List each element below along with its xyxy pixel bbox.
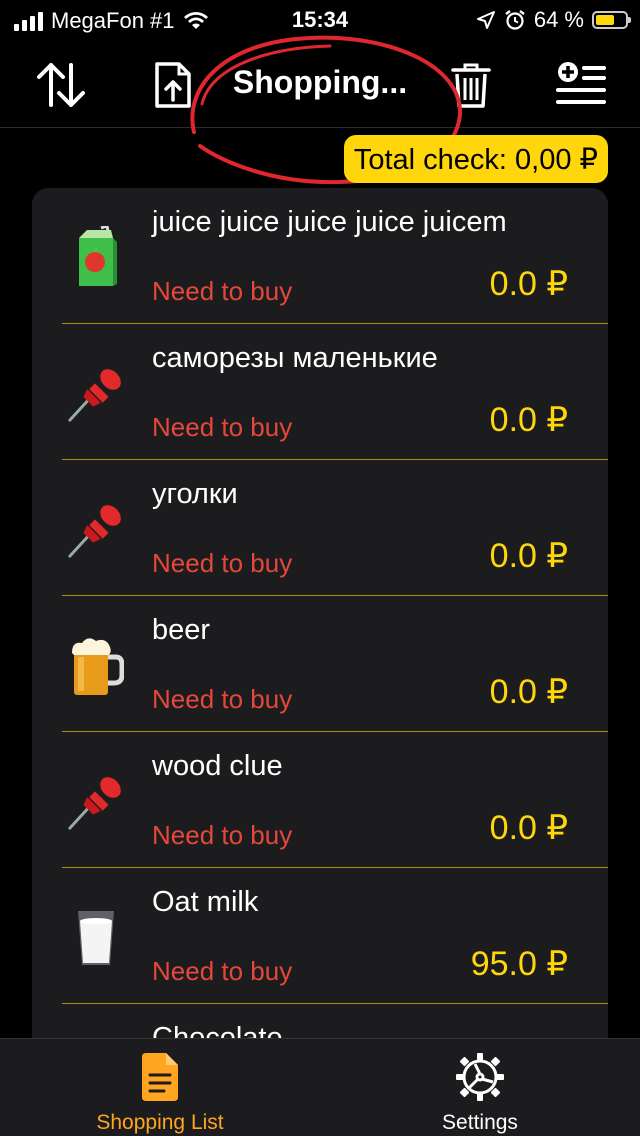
status-bar: MegaFon #1 15:34 64 % (0, 0, 640, 40)
gear-icon (320, 1051, 640, 1103)
delete-button[interactable] (444, 58, 498, 112)
tab-label: Settings (442, 1111, 518, 1134)
item-price: 95.0 ₽ (470, 945, 568, 983)
alarm-icon (505, 10, 525, 30)
pushpin-icon (66, 770, 126, 834)
battery-icon (592, 11, 631, 29)
item-name: juice juice juice juice juicem (152, 206, 507, 238)
item-name: beer (152, 614, 211, 646)
list-item[interactable]: саморезы маленькие Need to buy 0.0 ₽ (32, 324, 608, 460)
item-name: уголки (152, 478, 238, 510)
document-icon (0, 1051, 320, 1103)
item-status: Need to buy (152, 820, 293, 850)
milk-glass-icon (66, 906, 126, 970)
navigation-bar: Shopping... (0, 40, 640, 128)
item-name: wood clue (152, 750, 283, 782)
shopping-list: juice juice juice juice juicem Need to b… (32, 188, 608, 1048)
sort-button[interactable] (34, 58, 88, 112)
export-icon (155, 62, 191, 108)
add-list-icon (556, 62, 606, 104)
sort-icon (37, 63, 85, 107)
item-status: Need to buy (152, 684, 293, 714)
item-price: 0.0 ₽ (489, 673, 568, 711)
juice-box-icon (66, 226, 126, 290)
item-price: 0.0 ₽ (489, 401, 568, 439)
item-name: саморезы маленькие (152, 342, 438, 374)
tab-settings[interactable]: Settings (320, 1039, 640, 1136)
beer-mug-icon (66, 634, 126, 698)
tab-bar: Shopping List Settings (0, 1038, 640, 1136)
list-title[interactable]: Shopping... (200, 64, 440, 101)
tab-shopping-list[interactable]: Shopping List (0, 1039, 320, 1136)
pushpin-icon (66, 498, 126, 562)
list-item[interactable]: wood clue Need to buy 0.0 ₽ (32, 732, 608, 868)
item-price: 0.0 ₽ (489, 809, 568, 847)
tab-label: Shopping List (96, 1111, 224, 1134)
item-price: 0.0 ₽ (489, 537, 568, 575)
list-item[interactable]: juice juice juice juice juicem Need to b… (32, 188, 608, 324)
battery-percent: 64 % (533, 7, 584, 32)
add-item-button[interactable] (554, 58, 608, 112)
battery-fill (596, 15, 614, 25)
list-item[interactable]: beer Need to buy 0.0 ₽ (32, 596, 608, 732)
status-right: 64 % (476, 7, 631, 33)
item-status: Need to buy (152, 412, 293, 442)
total-check-badge: Total check: 0,00 ₽ (343, 135, 608, 183)
item-price: 0.0 ₽ (489, 265, 568, 303)
list-item[interactable]: Oat milk Need to buy 95.0 ₽ (32, 868, 608, 1004)
pushpin-icon (66, 362, 126, 426)
trash-icon (451, 63, 491, 108)
export-button[interactable] (146, 58, 200, 112)
item-status: Need to buy (152, 276, 293, 306)
list-item[interactable]: уголки Need to buy 0.0 ₽ (32, 460, 608, 596)
item-name: Oat milk (152, 886, 259, 918)
item-status: Need to buy (152, 548, 293, 578)
location-arrow-icon (476, 11, 495, 29)
item-status: Need to buy (152, 956, 293, 986)
